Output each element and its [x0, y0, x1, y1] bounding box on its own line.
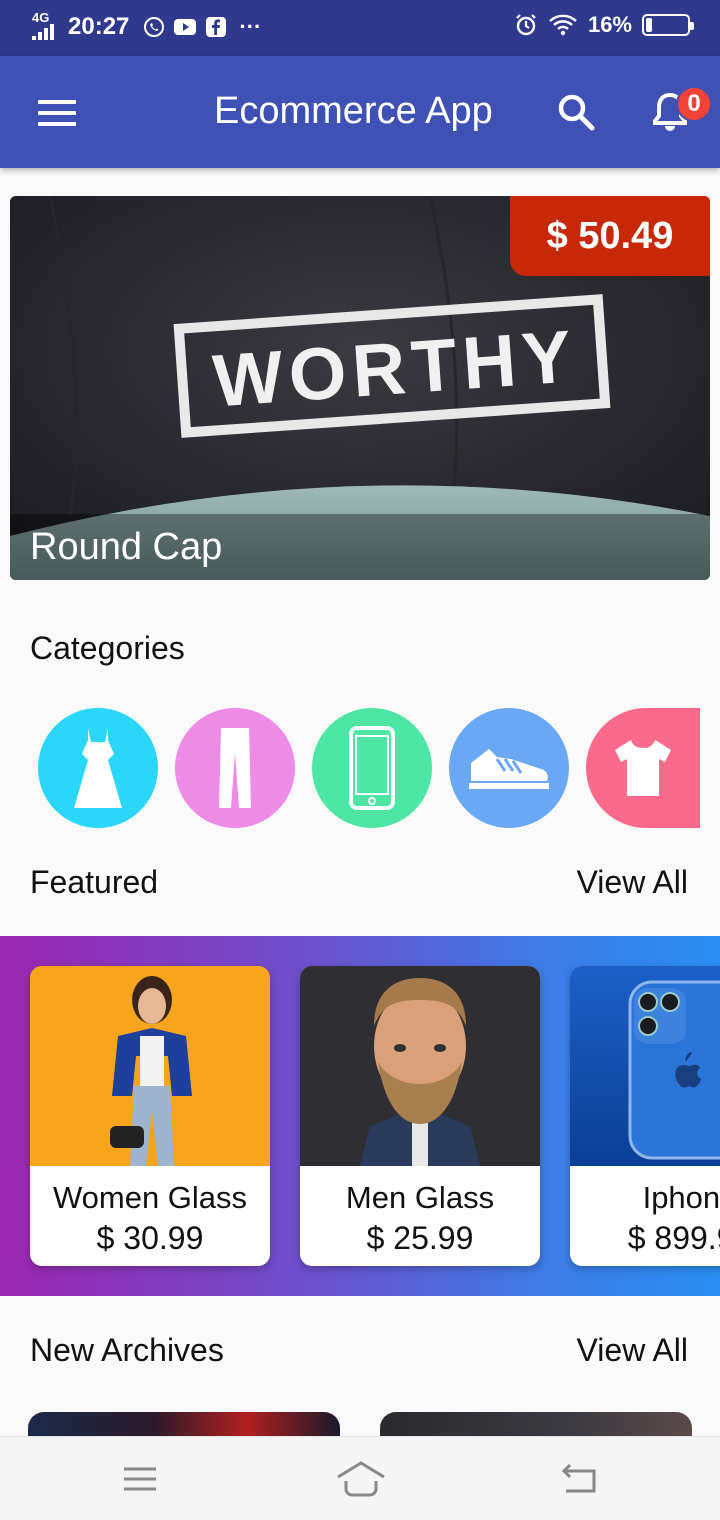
battery-icon	[642, 14, 694, 36]
category-dresses[interactable]	[38, 708, 158, 828]
category-shirts[interactable]	[586, 708, 700, 828]
battery-percent: 16%	[587, 12, 632, 37]
hamburger-icon-bar	[38, 122, 76, 126]
status-time: 20:27	[68, 13, 130, 40]
status-right: 16%	[514, 12, 694, 38]
alarm-icon	[516, 14, 536, 36]
featured-item-name: Men Glass	[345, 1180, 495, 1215]
youtube-icon	[174, 19, 197, 35]
signal-icon	[32, 24, 54, 40]
hamburger-icon-bar	[38, 111, 76, 115]
system-nav-bar	[0, 1436, 720, 1520]
home-icon	[337, 1461, 385, 1497]
sneaker-icon	[469, 749, 549, 789]
tshirt-icon	[615, 740, 671, 796]
featured-card-women-glass[interactable]: Women Glass $ 30.99	[30, 966, 270, 1266]
notification-badge: 0	[676, 86, 712, 122]
phone-icon	[349, 726, 395, 810]
featured-item-price: $ 899.99	[627, 1220, 720, 1256]
network-type: 4G	[32, 10, 50, 25]
hamburger-icon-bar	[38, 100, 76, 104]
women-product-image	[30, 966, 270, 1166]
home-button[interactable]	[336, 1459, 386, 1499]
whatsapp-icon	[144, 17, 165, 37]
status-bar: 4G 20:27 ··· 16%	[0, 0, 720, 56]
categories-title: Categories	[30, 630, 185, 666]
featured-title: Featured	[30, 864, 159, 900]
facebook-icon	[206, 17, 227, 37]
search-icon	[558, 94, 595, 131]
network-indicator: 4G	[30, 10, 60, 42]
category-shoes[interactable]	[449, 708, 569, 828]
back-icon	[561, 1463, 596, 1493]
hero-product-name: Round Cap	[10, 514, 710, 580]
search-button[interactable]	[556, 92, 596, 132]
status-left: 4G 20:27 ···	[30, 10, 262, 42]
wifi-icon	[549, 14, 577, 36]
featured-item-name: Women Glass	[52, 1180, 248, 1215]
category-pants[interactable]	[175, 708, 295, 828]
app-title: Ecommerce App	[214, 90, 493, 132]
menu-icon	[124, 1467, 156, 1491]
featured-view-all-link[interactable]: View All	[577, 864, 688, 901]
featured-item-price: $ 25.99	[366, 1220, 474, 1256]
featured-item-price: $ 30.99	[96, 1220, 204, 1256]
featured-card-men-glass[interactable]: Men Glass $ 25.99	[300, 966, 540, 1266]
archives-view-all-link[interactable]: View All	[577, 1332, 688, 1369]
recent-apps-button[interactable]	[120, 1459, 160, 1499]
new-archives-title: New Archives	[30, 1332, 224, 1368]
category-phones[interactable]	[312, 708, 432, 828]
menu-button[interactable]	[38, 100, 76, 128]
featured-item-name: Iphone	[642, 1180, 720, 1215]
featured-carousel[interactable]: Women Glass $ 30.99 Men Glass $ 25.99 Ip…	[0, 936, 720, 1296]
hero-product-card[interactable]: WORTHY $ 50.49 Round Cap	[10, 196, 710, 580]
hero-price-tag: $ 50.49	[510, 196, 710, 276]
iphone-product-image	[570, 966, 720, 1166]
men-product-image	[300, 966, 540, 1166]
back-button[interactable]	[560, 1459, 600, 1499]
more-notifications-icon: ···	[239, 14, 262, 39]
featured-card-iphone[interactable]: Iphone $ 899.99	[570, 966, 720, 1266]
dress-icon	[74, 728, 122, 808]
pants-icon	[219, 728, 251, 808]
app-bar: Ecommerce App	[0, 56, 720, 168]
